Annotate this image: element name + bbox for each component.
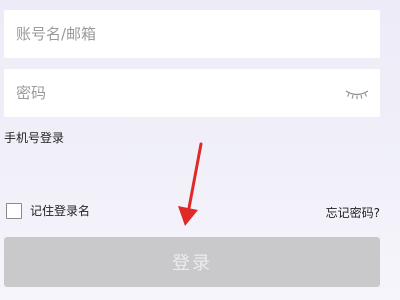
account-input[interactable]	[4, 10, 304, 58]
remember-label: 记住登录名	[30, 204, 91, 218]
red-arrow-annotation-icon	[178, 142, 203, 226]
forgot-password-link[interactable]: 忘记密码?	[326, 204, 380, 221]
phone-login-link[interactable]: 手机号登录	[4, 129, 64, 146]
login-button[interactable]: 登录	[4, 237, 380, 287]
remember-login-toggle[interactable]: 记住登录名	[6, 202, 90, 219]
remember-checkbox[interactable]	[6, 202, 22, 219]
eye-closed-icon[interactable]	[344, 85, 370, 101]
password-field-container	[4, 69, 380, 117]
account-field-container	[4, 10, 380, 58]
password-input[interactable]	[4, 69, 304, 117]
